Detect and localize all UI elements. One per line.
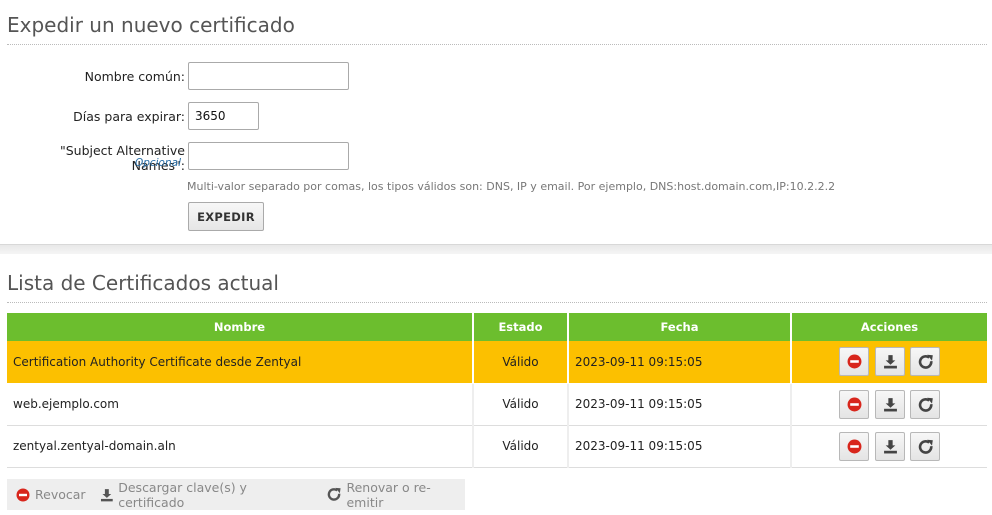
download-icon — [883, 439, 897, 453]
divider — [7, 302, 987, 303]
section-separator — [0, 244, 992, 254]
column-header-nombre: Nombre — [7, 313, 474, 341]
download-icon — [883, 355, 897, 369]
download-button[interactable] — [874, 389, 905, 419]
cert-status: Válido — [473, 383, 569, 426]
revoke-icon — [847, 439, 862, 453]
common-name-input[interactable] — [188, 62, 349, 90]
legend-download: Descargar clave(s) y certificado — [100, 480, 313, 510]
renew-button[interactable] — [910, 389, 941, 419]
days-input[interactable] — [188, 102, 259, 130]
cert-name: zentyal.zentyal-domain.aln — [7, 425, 474, 468]
legend-revoke: Revocar — [16, 487, 86, 502]
revoke-icon — [16, 488, 30, 501]
common-name-label: Nombre común: — [84, 69, 185, 84]
column-header-estado: Estado — [473, 313, 569, 341]
column-header-fecha: Fecha — [568, 313, 792, 341]
issue-section-title: Expedir un nuevo certificado — [7, 13, 295, 37]
cert-date: 2023-09-11 09:15:05 — [568, 341, 792, 384]
renew-icon — [327, 487, 341, 501]
cert-date: 2023-09-11 09:15:05 — [568, 425, 792, 468]
revoke-icon — [847, 354, 862, 369]
cert-date: 2023-09-11 09:15:05 — [568, 383, 792, 426]
table-header-row: Nombre Estado Fecha Acciones — [7, 313, 987, 341]
revoke-icon — [847, 397, 862, 411]
cert-name: Certification Authority Certificate desd… — [7, 341, 474, 384]
renew-button[interactable] — [910, 347, 941, 377]
certificates-table: Nombre Estado Fecha Acciones Certificati… — [7, 313, 987, 468]
cert-actions — [791, 341, 987, 384]
table-row: Certification Authority Certificate desd… — [7, 341, 987, 384]
actions-legend: Revocar Descargar clave(s) y certificado… — [7, 479, 465, 510]
expedir-button[interactable]: EXPEDIR — [188, 202, 264, 231]
legend-revoke-label: Revocar — [35, 487, 86, 502]
download-button[interactable] — [874, 347, 905, 377]
cert-name: web.ejemplo.com — [7, 383, 474, 426]
revoke-button[interactable] — [838, 431, 869, 461]
days-label: Días para expirar: — [73, 109, 185, 124]
revoke-button[interactable] — [838, 389, 869, 419]
table-row: zentyal.zentyal-domain.aln Válido 2023-09-… — [7, 425, 987, 468]
renew-icon — [919, 439, 934, 454]
cert-actions — [791, 425, 987, 468]
cert-status: Válido — [473, 341, 569, 384]
list-section-title: Lista de Certificados actual — [7, 271, 279, 295]
renew-icon — [919, 397, 934, 412]
renew-button[interactable] — [910, 431, 941, 461]
cert-actions — [791, 383, 987, 426]
table-row: web.ejemplo.com Válido 2023-09-11 09:15:05 — [7, 383, 987, 426]
divider — [7, 44, 987, 45]
san-optional-label: Opcional — [134, 157, 181, 169]
cert-status: Válido — [473, 425, 569, 468]
legend-download-label: Descargar clave(s) y certificado — [118, 479, 247, 510]
download-icon — [100, 488, 113, 501]
download-icon — [883, 397, 897, 411]
renew-icon — [919, 355, 934, 370]
revoke-button[interactable] — [838, 347, 869, 377]
san-hint: Multi-valor separado por comas, los tipo… — [187, 180, 836, 193]
legend-renew-label: Renovar o re-emitir — [346, 479, 431, 510]
column-header-acciones: Acciones — [791, 313, 987, 341]
download-button[interactable] — [874, 431, 905, 461]
san-input[interactable] — [188, 142, 349, 170]
legend-renew: Renovar o re-emitir — [327, 480, 465, 510]
